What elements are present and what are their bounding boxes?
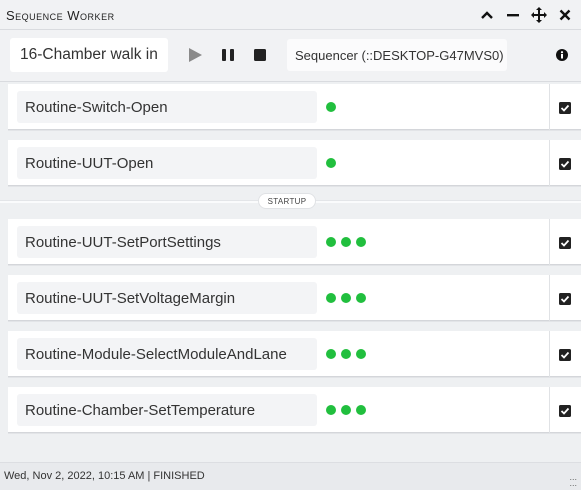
- resize-grip-icon[interactable]: ......: [569, 473, 577, 488]
- close-icon[interactable]: [557, 5, 573, 25]
- routine-label: Routine-UUT-SetPortSettings: [17, 226, 317, 258]
- routine-row[interactable]: Routine-UUT-SetVoltageMargin: [8, 275, 581, 321]
- window-controls: [479, 5, 573, 25]
- sequencer-selector[interactable]: Sequencer (::DESKTOP-G47MVS0): [287, 39, 507, 71]
- routine-row[interactable]: Routine-Chamber-SetTemperature: [8, 387, 581, 433]
- divider: [549, 219, 550, 265]
- status-dot: [341, 349, 351, 359]
- routine-label: Routine-UUT-Open: [17, 147, 317, 179]
- startup-separator-label: STARTUP: [258, 193, 316, 209]
- status-dots: [326, 158, 336, 168]
- minimize-icon[interactable]: [505, 5, 521, 25]
- status-dots: [326, 102, 336, 112]
- status-dot: [356, 293, 366, 303]
- collapse-chevron-up-icon[interactable]: [479, 5, 495, 25]
- pause-icon[interactable]: [219, 46, 237, 64]
- status-dot: [326, 102, 336, 112]
- title-bar: Sequence Worker: [0, 0, 581, 30]
- routine-label: Routine-UUT-SetVoltageMargin: [17, 282, 317, 314]
- status-text: Wed, Nov 2, 2022, 10:15 AM | FINISHED: [4, 470, 205, 482]
- status-dot: [326, 237, 336, 247]
- status-dots: [326, 237, 366, 247]
- status-bar: Wed, Nov 2, 2022, 10:15 AM | FINISHED ..…: [0, 462, 581, 490]
- window-title: Sequence Worker: [6, 8, 115, 23]
- routine-row[interactable]: Routine-UUT-SetPortSettings: [8, 219, 581, 265]
- status-dot: [341, 293, 351, 303]
- status-dot: [356, 405, 366, 415]
- status-dot: [356, 237, 366, 247]
- divider: [549, 140, 550, 186]
- checkbox-checked-icon[interactable]: [559, 101, 571, 114]
- routine-row[interactable]: Routine-Module-SelectModuleAndLane: [8, 331, 581, 377]
- divider: [549, 331, 550, 377]
- play-icon[interactable]: [186, 46, 204, 64]
- routine-row[interactable]: Routine-UUT-Open: [8, 140, 581, 186]
- status-dots: [326, 349, 366, 359]
- divider: [549, 387, 550, 433]
- status-dot: [326, 158, 336, 168]
- status-dot: [341, 405, 351, 415]
- status-dot: [356, 349, 366, 359]
- routine-row[interactable]: Routine-Switch-Open: [8, 84, 581, 130]
- move-icon[interactable]: [531, 5, 547, 25]
- status-dots: [326, 293, 366, 303]
- checkbox-checked-icon[interactable]: [559, 236, 571, 249]
- routine-list: Routine-Switch-Open Routine-UUT-Open STA…: [0, 82, 581, 462]
- status-dot: [326, 405, 336, 415]
- status-dots: [326, 405, 366, 415]
- status-dot: [326, 349, 336, 359]
- routine-label: Routine-Switch-Open: [17, 91, 317, 123]
- toolbar: 16-Chamber walk in Sequencer (::DESKTOP-…: [0, 30, 581, 82]
- divider: [549, 84, 550, 130]
- status-dot: [341, 237, 351, 247]
- checkbox-checked-icon[interactable]: [559, 348, 571, 361]
- checkbox-checked-icon[interactable]: [559, 157, 571, 170]
- sequence-name-field[interactable]: 16-Chamber walk in: [10, 38, 168, 72]
- checkbox-checked-icon[interactable]: [559, 292, 571, 305]
- divider: [549, 275, 550, 321]
- info-icon[interactable]: [556, 48, 572, 64]
- routine-label: Routine-Module-SelectModuleAndLane: [17, 338, 317, 370]
- status-dot: [326, 293, 336, 303]
- stop-icon[interactable]: [251, 46, 269, 64]
- checkbox-checked-icon[interactable]: [559, 404, 571, 417]
- routine-label: Routine-Chamber-SetTemperature: [17, 394, 317, 426]
